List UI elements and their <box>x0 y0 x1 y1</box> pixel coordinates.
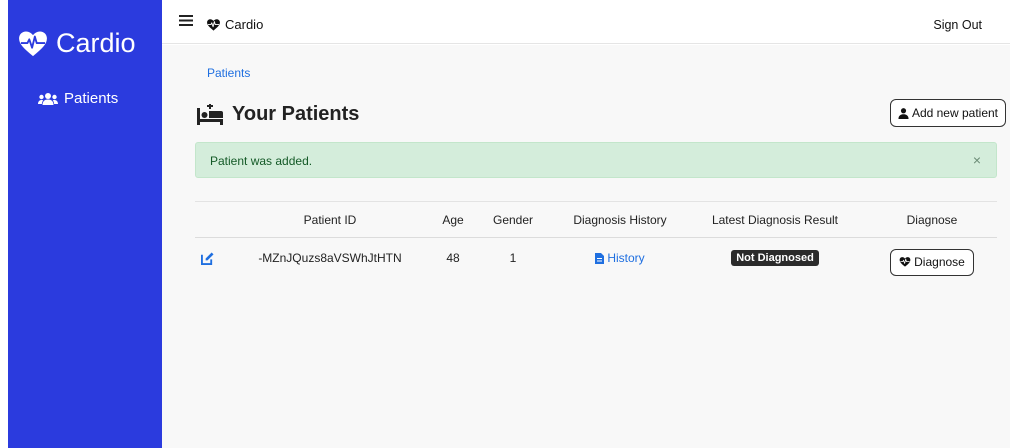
header-diagnosis-history: Diagnosis History <box>573 212 667 227</box>
topbar-brand[interactable]: Cardio <box>206 17 263 32</box>
edit-cell <box>195 238 235 278</box>
sidebar-brand-label: Cardio <box>56 28 136 58</box>
add-new-patient-label: Add new patient <box>911 106 998 120</box>
user-icon <box>898 107 909 119</box>
hamburger-menu-icon[interactable] <box>179 15 193 26</box>
patients-table: Patient ID Age Gender Diagnosis History … <box>195 201 997 278</box>
history-link-label: History <box>607 251 645 265</box>
sidebar: Cardio Patients <box>8 0 162 448</box>
header-patient-id: Patient ID <box>303 212 357 227</box>
diagnose-button[interactable]: Diagnose <box>890 248 974 276</box>
diagnose-button-label: Diagnose <box>914 255 965 269</box>
header-diagnose: Diagnose <box>906 212 958 227</box>
users-icon <box>38 92 58 105</box>
header-edit <box>195 202 235 237</box>
sidebar-item-label: Patients <box>64 90 119 107</box>
edit-icon[interactable] <box>200 251 214 265</box>
topbar-brand-label: Cardio <box>225 17 264 32</box>
history-link[interactable]: History <box>595 251 645 265</box>
history-cell: History <box>555 238 685 278</box>
sidebar-brand[interactable]: Cardio <box>18 28 136 59</box>
sidebar-item-patients[interactable]: Patients <box>38 90 118 107</box>
sign-out-link[interactable]: Sign Out <box>933 18 982 32</box>
table-row: -MZnJQuzs8aVSWhJtHTN 48 1 History Not Di… <box>195 238 997 278</box>
patient-id-cell: -MZnJQuzs8aVSWhJtHTN <box>258 251 402 265</box>
main-content: Patients Your Patients Add new patient P… <box>162 45 1010 448</box>
table-header: Patient ID Age Gender Diagnosis History … <box>195 201 997 238</box>
age-cell: 48 <box>446 251 460 265</box>
breadcrumb-patients[interactable]: Patients <box>207 66 250 80</box>
add-new-patient-button[interactable]: Add new patient <box>889 99 1006 127</box>
file-icon <box>595 252 605 264</box>
close-icon[interactable]: × <box>973 152 981 168</box>
heartbeat-icon <box>899 257 911 267</box>
header-latest-result: Latest Diagnosis Result <box>711 212 839 227</box>
heartbeat-icon <box>207 18 220 31</box>
gender-cell: 1 <box>509 251 517 265</box>
page-title: Your Patients <box>196 103 359 126</box>
status-badge: Not Diagnosed <box>731 250 819 266</box>
diagnose-cell: Diagnose <box>867 238 997 278</box>
header-age: Age <box>442 212 464 227</box>
topbar: Cardio Sign Out <box>162 0 1010 44</box>
heartbeat-icon <box>19 30 47 56</box>
result-cell: Not Diagnosed <box>690 238 860 278</box>
bed-icon <box>197 103 223 125</box>
alert-message: Patient was added. <box>210 154 313 168</box>
page-title-text: Your Patients <box>232 103 360 125</box>
success-alert: Patient was added. × <box>195 142 997 178</box>
header-gender: Gender <box>492 212 534 227</box>
